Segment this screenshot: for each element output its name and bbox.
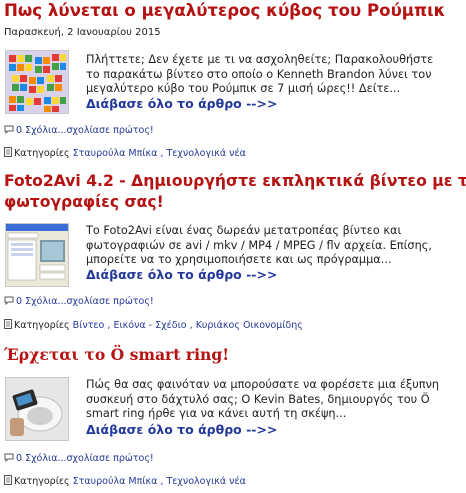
categories-label: Κατηγορίες: [14, 148, 70, 159]
post-1: Πως λύνεται ο μεγαλύτερος κύβος του Ρούμ…: [0, 0, 466, 160]
categories-label: Κατηγορίες: [14, 320, 70, 331]
category-separator: ,: [160, 476, 164, 487]
post-thumbnail[interactable]: [5, 377, 69, 441]
categories-line: Κατηγορίες Σταυρούλα Μπίκα , Τεχνολογικά…: [4, 475, 246, 488]
category-link[interactable]: Βίντεο: [73, 320, 105, 331]
categories-line: Κατηγορίες Σταυρούλα Μπίκα , Τεχνολογικά…: [4, 147, 246, 160]
speech-bubble-icon: [4, 296, 14, 308]
categories-label: Κατηγορίες: [14, 476, 70, 487]
post-title-continued[interactable]: φωτογραφίες σας!: [4, 193, 164, 211]
category-link[interactable]: Εικόνα - Σχέδιο: [113, 320, 186, 331]
category-link[interactable]: Τεχνολογικά νέα: [166, 476, 245, 487]
category-link[interactable]: Σταυρούλα Μπίκα: [73, 148, 158, 159]
post-3: Έρχεται το Ö smart ring! Πώς θα σας φαιν…: [0, 340, 466, 493]
category-separator: ,: [107, 320, 111, 331]
document-icon: [4, 147, 12, 160]
category-link[interactable]: Κυριάκος Οικονομίδης: [196, 320, 303, 331]
read-more-link[interactable]: Διάβασε όλο το άρθρο -->>: [86, 267, 277, 282]
post-excerpt: Πλήττετε; Δεν έχετε με τι να ασχοληθείτε…: [86, 53, 434, 95]
comments-line: 0 Σχόλια...σχολίασε πρώτος!: [4, 296, 154, 308]
post-excerpt: Το Foto2Avi είναι ένας δωρεάν μετατροπέα…: [86, 224, 432, 266]
comments-link[interactable]: 0 Σχόλια...σχολίασε πρώτος!: [16, 125, 154, 136]
post-date: Παρασκευή, 2 Ιανουαρίου 2015: [4, 27, 161, 38]
speech-bubble-icon: [4, 453, 14, 465]
document-icon: [4, 319, 12, 332]
post-excerpt: Πώς θα σας φαινόταν να μπορούσατε να φορ…: [86, 378, 440, 420]
category-separator: ,: [160, 148, 164, 159]
post-thumbnail[interactable]: [5, 223, 69, 287]
read-more-link[interactable]: Διάβασε όλο το άρθρο -->>: [86, 96, 277, 111]
software-screenshot-thumbnail: [6, 224, 68, 286]
comments-link[interactable]: 0 Σχόλια...σχολίασε πρώτος!: [16, 453, 154, 464]
comments-line: 0 Σχόλια...σχολίασε πρώτος!: [4, 125, 154, 137]
category-link[interactable]: Τεχνολογικά νέα: [166, 148, 245, 159]
post-thumbnail[interactable]: [5, 50, 69, 114]
rubiks-cubes-thumbnail: [6, 51, 68, 113]
category-link[interactable]: Σταυρούλα Μπίκα: [73, 476, 158, 487]
smart-ring-thumbnail: [6, 378, 68, 440]
document-icon: [4, 475, 12, 488]
comments-line: 0 Σχόλια...σχολίασε πρώτος!: [4, 453, 154, 465]
comments-link[interactable]: 0 Σχόλια...σχολίασε πρώτος!: [16, 296, 154, 307]
speech-bubble-icon: [4, 125, 14, 137]
categories-line: Κατηγορίες Βίντεο , Εικόνα - Σχέδιο , Κυ…: [4, 319, 303, 332]
post-title[interactable]: Foto2Avi 4.2 - Δημιουργήστε εκπληκτικά β…: [4, 172, 466, 190]
category-separator: ,: [189, 320, 193, 331]
post-title[interactable]: Πως λύνεται ο μεγαλύτερος κύβος του Ρούμ…: [4, 1, 445, 20]
post-title[interactable]: Έρχεται το Ö smart ring!: [4, 345, 229, 364]
read-more-link[interactable]: Διάβασε όλο το άρθρο -->>: [86, 422, 277, 437]
post-2: Foto2Avi 4.2 - Δημιουργήστε εκπληκτικά β…: [0, 170, 466, 335]
